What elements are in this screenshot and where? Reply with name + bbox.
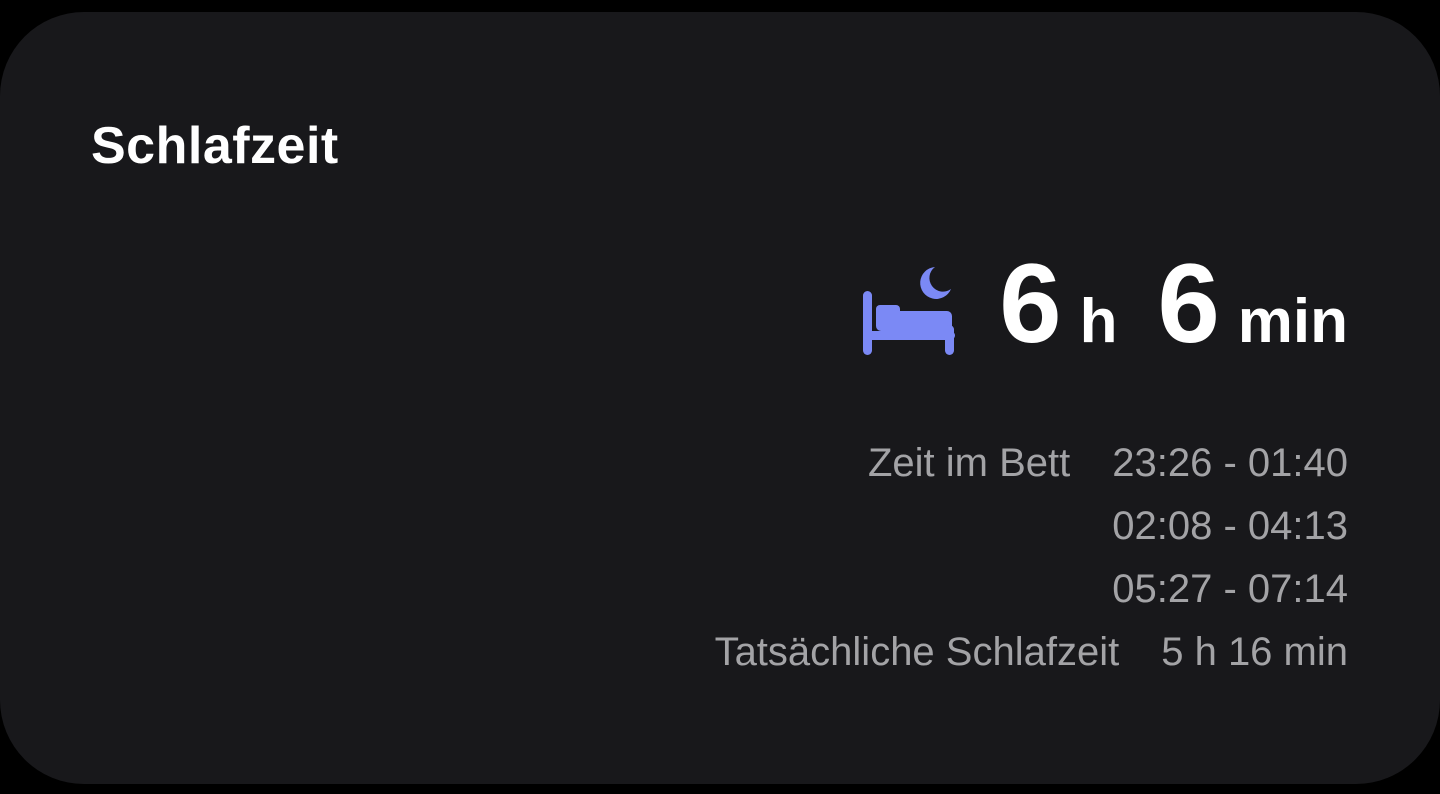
time-in-bed-range: 05:27 - 07:14 <box>1112 567 1348 611</box>
time-in-bed-row: 05:27 - 07:14 <box>715 558 1348 621</box>
sleep-details: Zeit im Bett 23:26 - 01:40 02:08 - 04:13… <box>715 432 1348 684</box>
time-in-bed-label: Zeit im Bett <box>867 441 1071 485</box>
actual-sleep-value: 5 h 16 min <box>1161 630 1348 674</box>
sleep-time-card[interactable]: Schlafzeit 6 h 6 min Zeit im Bett 23:26 … <box>0 12 1440 784</box>
actual-sleep-label: Tatsächliche Schlafzeit <box>714 630 1120 674</box>
time-in-bed-range: 23:26 - 01:40 <box>1112 441 1348 485</box>
bed-moon-icon <box>863 267 956 355</box>
minutes-value: 6 <box>1157 241 1220 366</box>
hours-unit: h <box>1079 287 1118 356</box>
minutes-unit: min <box>1237 287 1348 356</box>
time-in-bed-row: 02:08 - 04:13 <box>715 495 1348 558</box>
sleep-duration: 6 h 6 min <box>861 244 1348 364</box>
hours-value: 6 <box>999 241 1062 366</box>
time-in-bed-range: 02:08 - 04:13 <box>1112 504 1348 548</box>
card-title: Schlafzeit <box>91 117 339 175</box>
time-in-bed-row: Zeit im Bett 23:26 - 01:40 <box>715 432 1348 495</box>
actual-sleep-row: Tatsächliche Schlafzeit 5 h 16 min <box>715 621 1348 684</box>
